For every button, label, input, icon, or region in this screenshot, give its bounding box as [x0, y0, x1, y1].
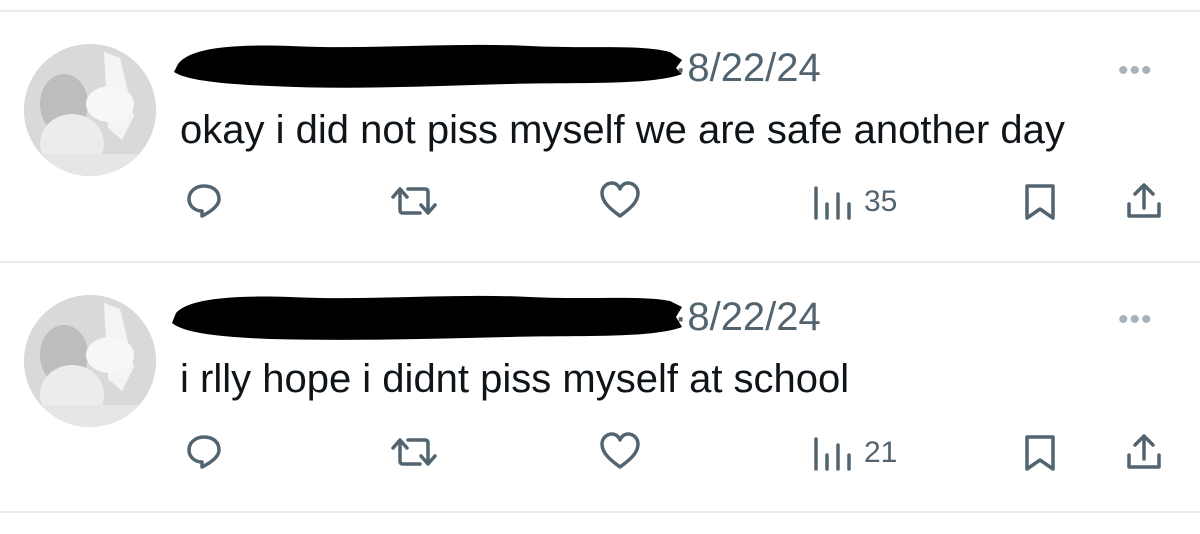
- post-text: okay i did not piss myself we are safe a…: [180, 108, 1065, 152]
- bookmark-button[interactable]: [1022, 433, 1058, 473]
- bookmark-icon: [1025, 435, 1055, 471]
- avatar-image: [24, 44, 156, 176]
- date-separator: ·: [674, 46, 688, 90]
- bar-chart-icon: [814, 186, 851, 220]
- avatar-image: [24, 295, 156, 427]
- redacted-username: [174, 44, 682, 88]
- heart-icon: [600, 432, 640, 469]
- post[interactable]: ·8/22/24 ••• i rlly hope i didnt piss my…: [0, 263, 1200, 513]
- heart-icon: [600, 181, 640, 218]
- comment-bubble-icon: [187, 435, 221, 469]
- reply-button[interactable]: [184, 431, 224, 471]
- post-date: 8/22/24: [687, 46, 821, 90]
- views-count: 21: [864, 436, 898, 469]
- share-upload-icon: [1127, 183, 1161, 218]
- reply-button[interactable]: [184, 180, 224, 220]
- bookmark-button[interactable]: [1022, 182, 1058, 222]
- post-timestamp[interactable]: ·8/22/24: [674, 293, 821, 341]
- repost-arrows-icon: [391, 187, 437, 215]
- like-button[interactable]: [598, 431, 642, 471]
- bottom-divider: [0, 511, 1200, 513]
- repost-button[interactable]: [390, 433, 438, 471]
- more-options-button[interactable]: •••: [1118, 56, 1153, 86]
- redacted-username: [172, 295, 682, 340]
- views-button[interactable]: 35: [810, 182, 897, 222]
- share-button[interactable]: [1124, 180, 1164, 222]
- avatar[interactable]: [24, 295, 156, 427]
- bar-chart-icon: [814, 437, 851, 471]
- views-button[interactable]: 21: [810, 433, 897, 473]
- bookmark-icon: [1025, 184, 1055, 220]
- post-timestamp[interactable]: ·8/22/24: [674, 44, 821, 92]
- date-separator: ·: [674, 295, 688, 339]
- share-upload-icon: [1127, 434, 1161, 469]
- share-button[interactable]: [1124, 431, 1164, 473]
- avatar[interactable]: [24, 44, 156, 176]
- like-button[interactable]: [598, 180, 642, 220]
- repost-button[interactable]: [390, 182, 438, 220]
- post-text: i rlly hope i didnt piss myself at schoo…: [180, 357, 850, 401]
- post[interactable]: ·8/22/24 ••• okay i did not piss myself …: [0, 12, 1200, 262]
- more-options-button[interactable]: •••: [1118, 305, 1153, 335]
- repost-arrows-icon: [391, 438, 437, 466]
- post-date: 8/22/24: [687, 295, 821, 339]
- comment-bubble-icon: [187, 184, 221, 218]
- views-count: 35: [864, 185, 898, 218]
